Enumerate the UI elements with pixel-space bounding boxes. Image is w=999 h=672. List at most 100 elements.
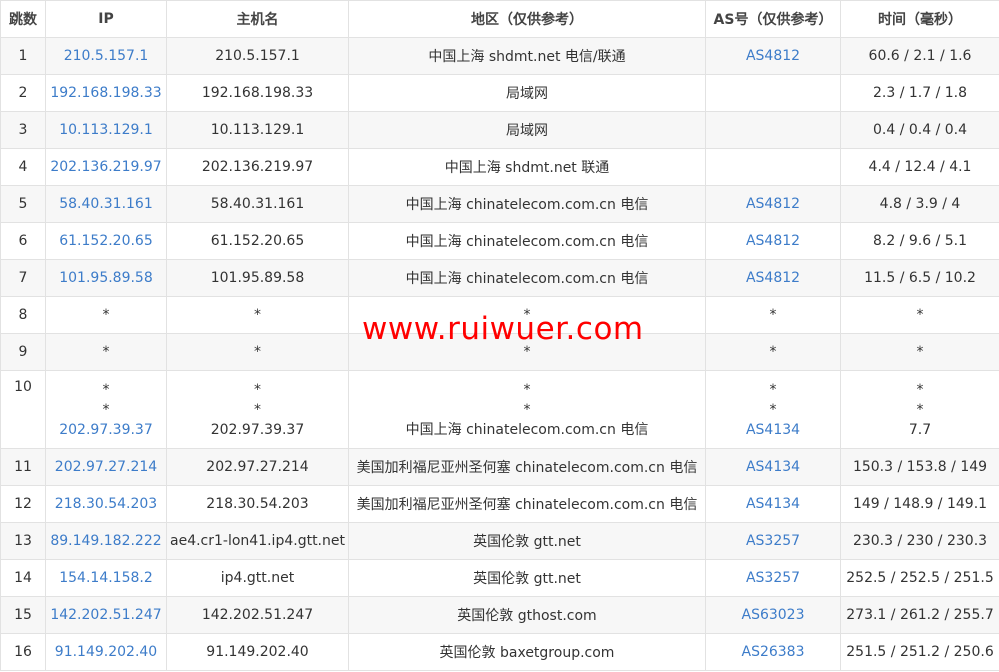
table-row: 9 * * * * * — [0, 333, 999, 371]
time-text: 150.3 / 153.8 / 149 — [852, 459, 988, 475]
header-region: 地区（仅供参考） — [348, 0, 706, 38]
table-row: 13 89.149.182.222 ae4.cr1-lon41.ip4.gtt.ne… — [0, 522, 999, 560]
header-as: AS号（仅供参考） — [705, 0, 841, 38]
ip-link[interactable]: 58.40.31.161 — [59, 196, 153, 212]
ip-link[interactable]: 218.30.54.203 — [55, 496, 157, 512]
ip-link[interactable]: 61.152.20.65 — [59, 233, 153, 249]
cell-as — [705, 111, 841, 149]
ip-text: * — [102, 381, 110, 398]
header-hop: 跳数 — [0, 0, 46, 38]
hop-number: 15 — [14, 607, 32, 623]
hop-number: 13 — [14, 533, 32, 549]
time-stack: * * 7.7 — [842, 380, 999, 440]
ip-link[interactable]: 91.149.202.40 — [55, 644, 157, 660]
cell-hop: 13 — [0, 522, 46, 560]
ip-link[interactable]: 10.113.129.1 — [59, 122, 153, 138]
table-row: 5 58.40.31.161 58.40.31.161 中国上海 chinatelec… — [0, 185, 999, 223]
cell-host: 91.149.202.40 — [166, 633, 349, 671]
cell-hop: 6 — [0, 222, 46, 260]
as-link[interactable]: AS63023 — [742, 607, 805, 623]
as-link[interactable]: AS26383 — [742, 644, 805, 660]
table-row: 6 61.152.20.65 61.152.20.65 中国上海 chinatelec… — [0, 222, 999, 260]
host-text: 202.136.219.97 — [201, 159, 314, 175]
cell-ip: 61.152.20.65 — [45, 222, 167, 260]
cell-time: 4.8 / 3.9 / 4 — [840, 185, 999, 223]
ip-link[interactable]: 202.136.219.97 — [50, 159, 161, 175]
as-link[interactable]: AS4134 — [746, 496, 800, 512]
cell-host: 58.40.31.161 — [166, 185, 349, 223]
as-link[interactable]: AS3257 — [746, 533, 800, 549]
cell-host: ae4.cr1-lon41.ip4.gtt.net — [166, 522, 349, 560]
as-link[interactable]: AS4812 — [746, 48, 800, 64]
cell-time: * * 7.7 — [840, 370, 999, 449]
host-text: 210.5.157.1 — [215, 48, 300, 64]
host-text: ip4.gtt.net — [220, 570, 295, 586]
cell-as: AS4812 — [705, 222, 841, 260]
cell-host: 142.202.51.247 — [166, 596, 349, 634]
as-link[interactable]: AS4134 — [746, 420, 800, 440]
cell-time: 4.4 / 12.4 / 4.1 — [840, 148, 999, 186]
cell-host: * * 202.97.39.37 — [166, 370, 349, 449]
cell-host: 10.113.129.1 — [166, 111, 349, 149]
cell-host: 192.168.198.33 — [166, 74, 349, 112]
ip-link[interactable]: 154.14.158.2 — [59, 570, 153, 586]
region-text: * — [523, 344, 531, 360]
host-text: 142.202.51.247 — [201, 607, 314, 623]
region-stack: * * 中国上海 chinatelecom.com.cn 电信 — [350, 380, 705, 440]
cell-region: 局域网 — [348, 74, 706, 112]
time-text: 252.5 / 252.5 / 251.5 — [846, 570, 994, 586]
host-text: 101.95.89.58 — [210, 270, 305, 286]
hop-number: 5 — [18, 196, 28, 212]
hop-number: 14 — [14, 570, 32, 586]
cell-as: AS26383 — [705, 633, 841, 671]
as-link[interactable]: AS3257 — [746, 570, 800, 586]
traceroute-table: 跳数 IP 主机名 地区（仅供参考） AS号（仅供参考） 时间（毫秒） 1 210… — [0, 0, 999, 671]
table-row: 3 10.113.129.1 10.113.129.1 局域网 0.4 / 0.4 / … — [0, 111, 999, 149]
hop-number: 3 — [18, 122, 28, 138]
time-text: 60.6 / 2.1 / 1.6 — [868, 48, 972, 64]
table-row: 10 * * 202.97.39.37 * * 202.97.39.37 * * 中国上海 chi… — [0, 370, 999, 449]
cell-as: * * AS4134 — [705, 370, 841, 449]
ip-link[interactable]: 202.97.39.37 — [59, 420, 153, 440]
hop-number: 7 — [18, 270, 28, 286]
cell-time: 252.5 / 252.5 / 251.5 — [840, 559, 999, 597]
as-link[interactable]: AS4812 — [746, 196, 800, 212]
ip-link[interactable]: 192.168.198.33 — [50, 85, 161, 101]
region-text: 中国上海 chinatelecom.com.cn 电信 — [405, 234, 649, 250]
hop-number: 1 — [18, 48, 28, 64]
ip-link[interactable]: 101.95.89.58 — [59, 270, 153, 286]
cell-region: 中国上海 shdmt.net 电信/联通 — [348, 37, 706, 75]
time-text: 7.7 — [908, 421, 932, 438]
cell-host: 61.152.20.65 — [166, 222, 349, 260]
time-text: 4.8 / 3.9 / 4 — [879, 196, 961, 212]
cell-ip: 202.97.27.214 — [45, 448, 167, 486]
cell-ip: 91.149.202.40 — [45, 633, 167, 671]
region-text: 英国伦敦 baxetgroup.com — [439, 645, 615, 661]
table-body: 1 210.5.157.1 210.5.157.1 中国上海 shdmt.net 电信… — [0, 37, 999, 671]
header-ip: IP — [45, 0, 167, 38]
cell-hop: 9 — [0, 333, 46, 371]
as-link[interactable]: AS4134 — [746, 459, 800, 475]
time-text: * — [916, 381, 924, 398]
hop-number: 11 — [14, 459, 32, 475]
region-text: 英国伦敦 gtt.net — [473, 571, 581, 587]
cell-as: AS3257 — [705, 559, 841, 597]
ip-link[interactable]: 210.5.157.1 — [64, 48, 149, 64]
cell-as: * — [705, 333, 841, 371]
header-time: 时间（毫秒） — [840, 0, 999, 38]
region-text: * — [523, 381, 531, 398]
ip-link[interactable]: 89.149.182.222 — [50, 533, 161, 549]
cell-time: 0.4 / 0.4 / 0.4 — [840, 111, 999, 149]
cell-ip: 89.149.182.222 — [45, 522, 167, 560]
table-row: 8 * * * * * — [0, 296, 999, 334]
cell-hop: 12 — [0, 485, 46, 523]
ip-link[interactable]: 202.97.27.214 — [55, 459, 157, 475]
cell-host: 218.30.54.203 — [166, 485, 349, 523]
as-link[interactable]: AS4812 — [746, 270, 800, 286]
hop-number: 12 — [14, 496, 32, 512]
as-link[interactable]: AS4812 — [746, 233, 800, 249]
cell-region: 局域网 — [348, 111, 706, 149]
time-text: 273.1 / 261.2 / 255.7 — [846, 607, 994, 623]
ip-link[interactable]: 142.202.51.247 — [50, 607, 161, 623]
hop-number: 16 — [14, 644, 32, 660]
